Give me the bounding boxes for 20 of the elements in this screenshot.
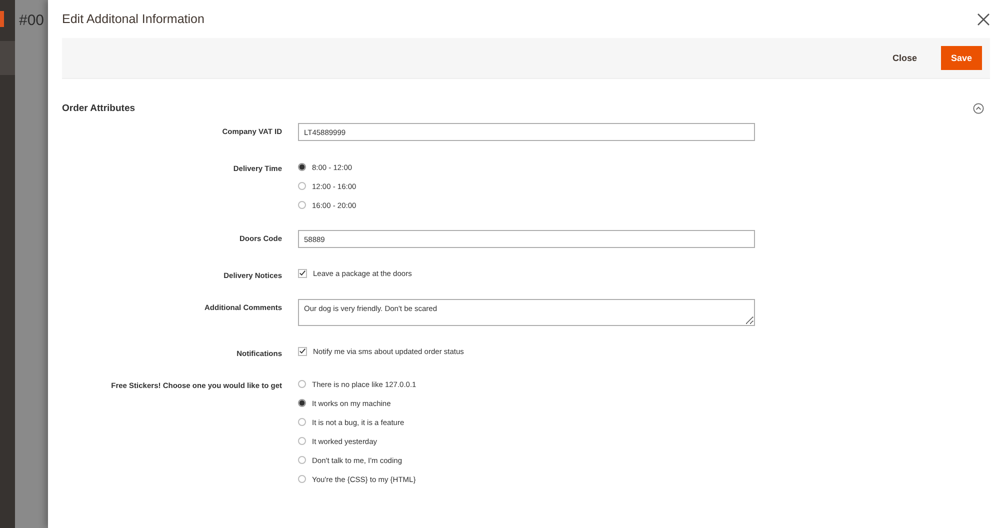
radio-button[interactable] bbox=[298, 456, 306, 464]
radio-button[interactable] bbox=[298, 475, 306, 483]
collapse-icon[interactable] bbox=[973, 103, 984, 114]
radio-button[interactable] bbox=[298, 437, 306, 445]
radio-button[interactable] bbox=[298, 399, 306, 407]
checkbox[interactable] bbox=[298, 346, 307, 356]
radio-button[interactable] bbox=[298, 380, 306, 388]
checkbox[interactable] bbox=[298, 268, 307, 278]
section-title: Order Attributes bbox=[62, 103, 136, 114]
radio-button[interactable] bbox=[298, 182, 306, 190]
modal-title: Edit Additonal Information bbox=[62, 12, 204, 26]
save-button[interactable]: Save bbox=[940, 46, 982, 70]
radio-button[interactable] bbox=[298, 418, 306, 426]
close-icon[interactable] bbox=[977, 12, 990, 26]
page-title: #00 bbox=[19, 12, 44, 29]
radio-button[interactable] bbox=[298, 163, 306, 171]
radio-button[interactable] bbox=[298, 201, 306, 209]
sidebar-item[interactable] bbox=[0, 41, 15, 75]
close-button[interactable]: Close bbox=[882, 46, 927, 70]
logo-icon bbox=[0, 11, 4, 27]
